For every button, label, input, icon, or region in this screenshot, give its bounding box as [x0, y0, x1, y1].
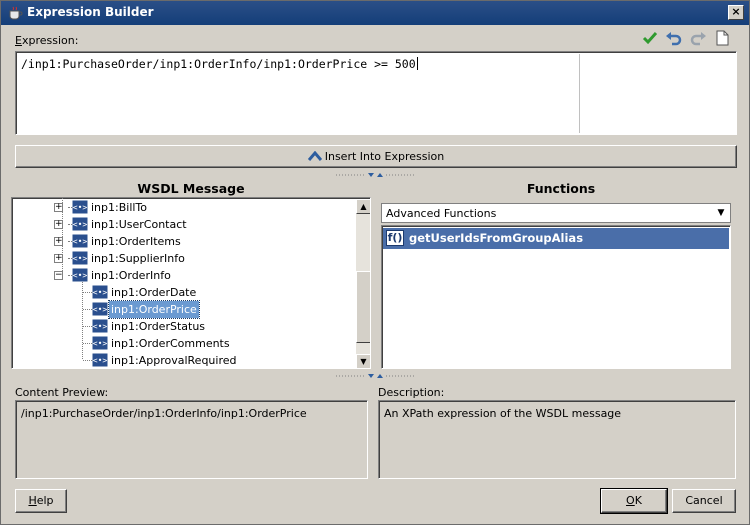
svg-text:<•>: <•> — [73, 271, 88, 280]
tree-item-orderinfo[interactable]: − <•> inp1:OrderInfo — [12, 267, 352, 284]
tree-item-label: inp1:OrderItems — [91, 235, 181, 248]
svg-text:<•>: <•> — [93, 356, 108, 365]
dropdown-value: Advanced Functions — [386, 207, 497, 220]
chevron-down-icon: ▼ — [717, 208, 725, 218]
new-document-icon[interactable] — [713, 29, 731, 47]
splitter-handle-bottom[interactable] — [336, 372, 416, 380]
tree-item-label: inp1:OrderStatus — [111, 320, 206, 333]
function-icon: f() — [386, 230, 404, 246]
tree-item-label-selected: inp1:OrderPrice — [108, 300, 200, 319]
tree-item-usercontact[interactable]: + <•> inp1:UserContact — [12, 216, 352, 233]
checkmark-icon[interactable] — [641, 29, 659, 47]
window-title: Expression Builder — [27, 5, 154, 19]
element-node-icon: <•> — [72, 234, 88, 248]
expression-label: Expression: — [15, 34, 79, 47]
element-node-icon: <•> — [72, 217, 88, 231]
expand-icon[interactable]: + — [54, 220, 63, 229]
wsdl-message-tree[interactable]: + <•> inp1:BillTo + <•> inp1:UserContact… — [11, 197, 371, 369]
element-node-icon: <•> — [92, 319, 108, 333]
expression-field[interactable]: /inp1:PurchaseOrder/inp1:OrderInfo/inp1:… — [15, 51, 737, 135]
svg-text:<•>: <•> — [93, 288, 108, 297]
content-preview-value: /inp1:PurchaseOrder/inp1:OrderInfo/inp1:… — [21, 407, 307, 420]
insert-button-label: Insert Into Expression — [324, 150, 445, 163]
tree-item-billto[interactable]: + <•> inp1:BillTo — [12, 199, 352, 216]
insert-into-expression-button[interactable]: Insert Into Expression — [15, 145, 737, 168]
svg-text:<•>: <•> — [73, 254, 88, 263]
text-caret — [416, 57, 418, 70]
svg-text:<•>: <•> — [93, 322, 108, 331]
tree-item-orderdate[interactable]: <•> inp1:OrderDate — [12, 284, 352, 301]
element-node-icon: <•> — [72, 251, 88, 265]
tree-item-orderitems[interactable]: + <•> inp1:OrderItems — [12, 233, 352, 250]
collapse-icon[interactable]: − — [54, 271, 63, 280]
tree-item-approvalrequired[interactable]: <•> inp1:ApprovalRequired — [12, 352, 352, 368]
title-bar[interactable]: Expression Builder × — [1, 1, 749, 25]
expression-divider — [579, 54, 580, 133]
tree-item-label: inp1:OrderInfo — [91, 269, 171, 282]
close-icon[interactable]: × — [728, 5, 744, 20]
content-preview-box: /inp1:PurchaseOrder/inp1:OrderInfo/inp1:… — [15, 400, 368, 479]
expand-icon[interactable]: + — [54, 203, 63, 212]
functions-list[interactable]: f() getUserIdsFromGroupAlias — [381, 225, 731, 369]
svg-text:<•>: <•> — [93, 305, 108, 314]
function-category-dropdown[interactable]: Advanced Functions ▼ — [381, 203, 731, 223]
svg-text:<•>: <•> — [73, 237, 88, 246]
tree-item-supplierinfo[interactable]: + <•> inp1:SupplierInfo — [12, 250, 352, 267]
scroll-thumb[interactable] — [356, 271, 370, 343]
description-box: An XPath expression of the WSDL message — [378, 400, 736, 479]
description-label: Description: — [378, 386, 445, 399]
element-node-icon: <•> — [92, 285, 108, 299]
element-node-icon: <•> — [92, 336, 108, 350]
wsdl-message-title: WSDL Message — [137, 181, 245, 196]
tree-item-label: inp1:OrderDate — [111, 286, 197, 299]
element-node-icon: <•> — [72, 268, 88, 282]
undo-icon[interactable] — [665, 29, 683, 47]
tree-item-label: inp1:UserContact — [91, 218, 187, 231]
description-value: An XPath expression of the WSDL message — [384, 407, 622, 420]
tree-scrollbar[interactable]: ▲ ▼ — [356, 199, 370, 368]
element-node-icon: <•> — [72, 200, 88, 214]
caret-up-icon — [307, 150, 322, 161]
svg-text:<•>: <•> — [93, 339, 108, 348]
element-node-icon: <•> — [92, 302, 108, 316]
tree-item-orderstatus[interactable]: <•> inp1:OrderStatus — [12, 318, 352, 335]
redo-icon[interactable] — [689, 29, 707, 47]
tree-item-label: inp1:SupplierInfo — [91, 252, 185, 265]
tree-item-label: inp1:ApprovalRequired — [111, 354, 237, 367]
splitter-handle-top[interactable] — [336, 171, 416, 179]
ok-button[interactable]: OK — [600, 488, 668, 514]
scroll-up-icon[interactable]: ▲ — [356, 199, 370, 214]
tree-item-label: inp1:BillTo — [91, 201, 148, 214]
tree-item-label: inp1:OrderComments — [111, 337, 230, 350]
scroll-down-icon[interactable]: ▼ — [356, 354, 370, 368]
app-cup-icon — [9, 6, 23, 20]
expand-icon[interactable]: + — [54, 254, 63, 263]
expression-builder-window: Expression Builder × Expression: /inp1:P… — [0, 0, 750, 525]
functions-title: Functions — [526, 181, 596, 196]
tree-item-ordercomments[interactable]: <•> inp1:OrderComments — [12, 335, 352, 352]
element-node-icon: <•> — [92, 353, 108, 367]
expand-icon[interactable]: + — [54, 237, 63, 246]
help-button[interactable]: Help — [15, 489, 67, 513]
expression-value: /inp1:PurchaseOrder/inp1:OrderInfo/inp1:… — [21, 57, 416, 71]
cancel-button[interactable]: Cancel — [672, 489, 736, 513]
content-preview-label: Content Preview: — [15, 386, 109, 399]
tree-item-orderprice[interactable]: <•> inp1:OrderPrice — [12, 300, 352, 319]
function-item[interactable]: f() getUserIdsFromGroupAlias — [383, 228, 729, 249]
function-item-label: getUserIdsFromGroupAlias — [409, 231, 584, 245]
svg-text:<•>: <•> — [73, 220, 88, 229]
svg-text:<•>: <•> — [73, 203, 88, 212]
